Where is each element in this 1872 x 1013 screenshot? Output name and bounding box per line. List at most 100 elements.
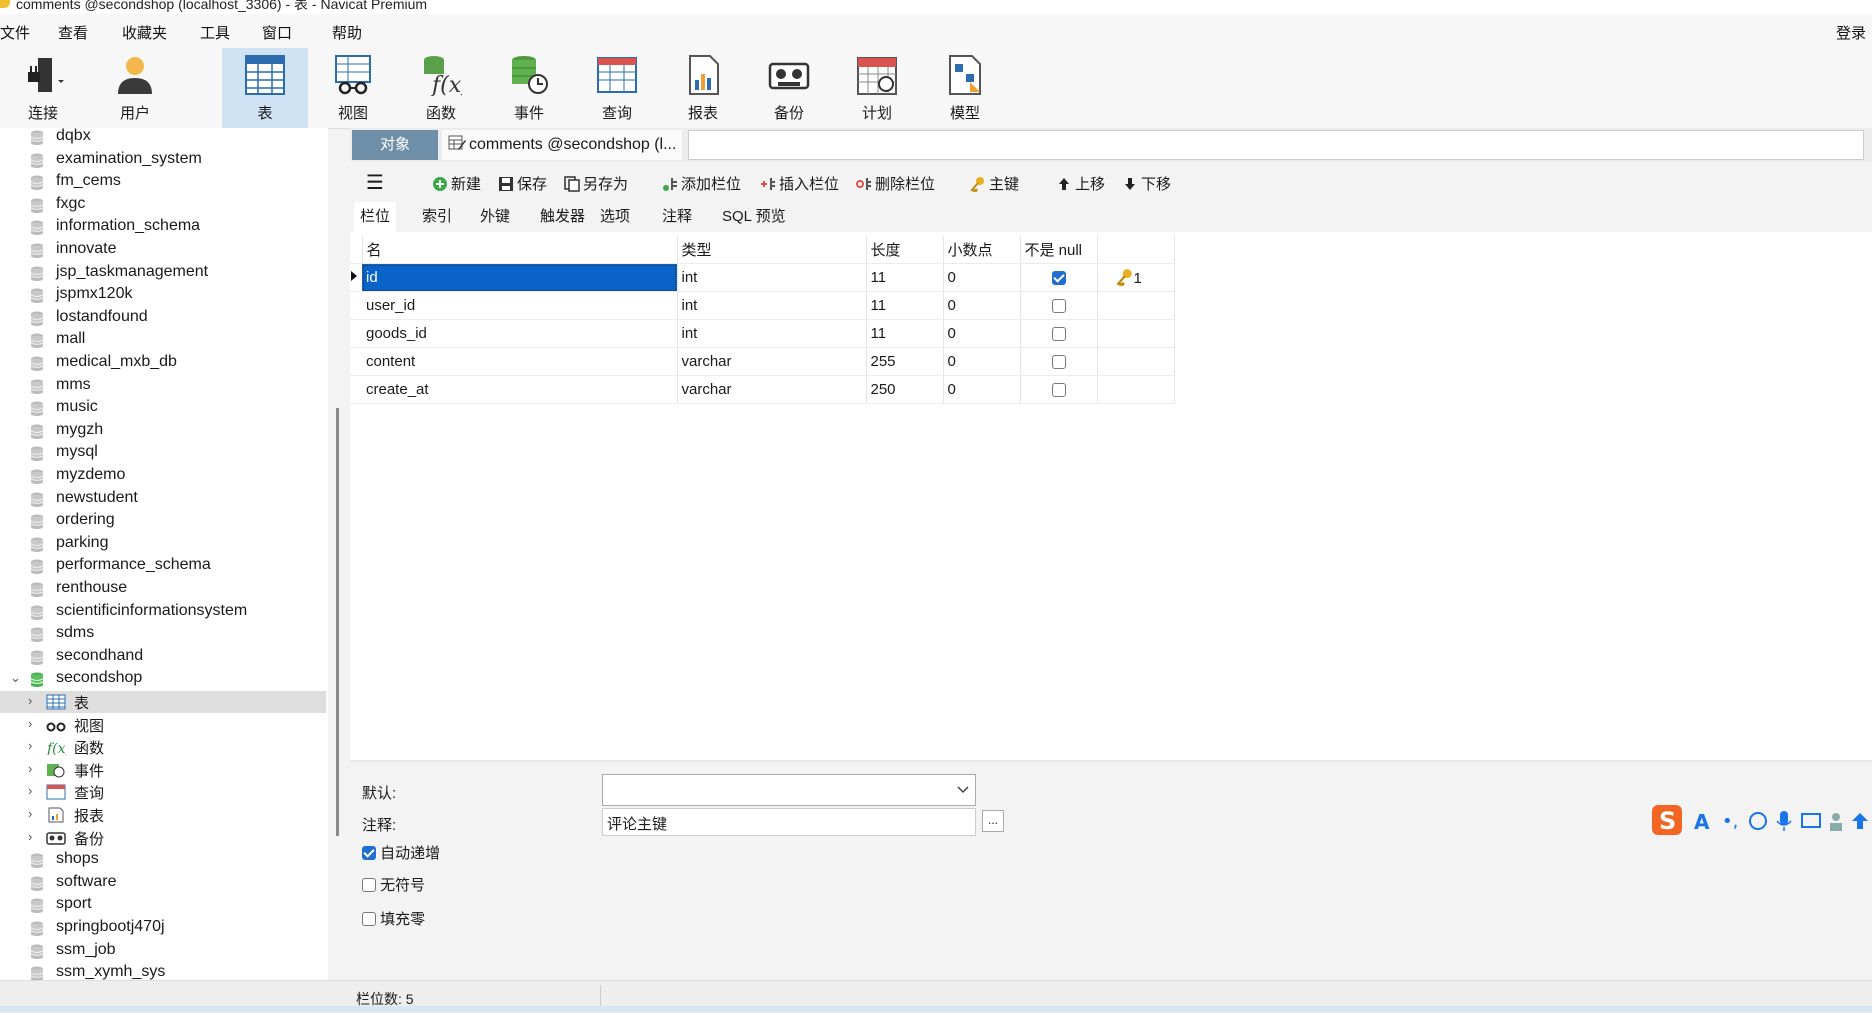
sidebar-item-function[interactable]: › f(x) 函数 [0, 736, 326, 758]
sidebar-item-database[interactable]: ⌄ secondshop [0, 668, 326, 690]
sidebar-item-database[interactable]: shops [0, 849, 326, 871]
toolbar-report[interactable]: 报表 [660, 48, 746, 128]
menu-help[interactable]: 帮助 [332, 22, 362, 43]
delete-field-button[interactable]: 删除栏位 [856, 173, 935, 194]
not-null-checkbox[interactable] [1051, 383, 1066, 398]
toolbar-model[interactable]: 模型 [922, 48, 1008, 128]
cell-not-null[interactable] [1020, 291, 1098, 320]
sidebar-item-database[interactable]: performance_schema [0, 555, 326, 577]
sidebar-item-database[interactable]: ordering [0, 510, 326, 532]
sidebar-item-query[interactable]: › 查询 [0, 781, 326, 803]
menu-view[interactable]: 查看 [58, 22, 88, 43]
menu-icon[interactable]: ☰ [366, 170, 384, 195]
cell-decimal[interactable]: 0 [943, 263, 1021, 292]
default-select[interactable] [602, 774, 976, 806]
menu-favorites[interactable]: 收藏夹 [122, 22, 167, 43]
move-down-button[interactable]: 下移 [1122, 173, 1171, 194]
cell-decimal[interactable]: 0 [943, 375, 1021, 404]
cell-type[interactable]: int [677, 291, 867, 320]
cell-not-null[interactable] [1020, 319, 1098, 348]
cell-length[interactable]: 11 [866, 291, 944, 320]
tab-foreign-keys[interactable]: 外键 [474, 202, 516, 232]
sidebar-item-database[interactable]: mall [0, 329, 326, 351]
not-null-checkbox[interactable] [1051, 355, 1066, 370]
sidebar-item-database[interactable]: springbootj470j [0, 917, 326, 939]
auto-increment-option[interactable]: 自动递增 [362, 842, 440, 863]
menu-file[interactable]: 文件 [0, 22, 30, 43]
cell-name[interactable]: user_id [362, 291, 678, 320]
sidebar-item-database[interactable]: jspmx120k [0, 284, 326, 306]
cell-type[interactable]: varchar [677, 375, 867, 404]
cell-name[interactable]: create_at [362, 375, 678, 404]
cell-type[interactable]: varchar [677, 347, 867, 376]
chevron-down-icon[interactable]: ⌄ [10, 670, 21, 686]
sidebar-item-database[interactable]: medical_mxb_db [0, 352, 326, 374]
save-button[interactable]: 保存 [498, 173, 547, 194]
login-button[interactable]: 登录 [1836, 22, 1866, 43]
chevron-right-icon[interactable]: › [28, 761, 32, 776]
sidebar-item-table[interactable]: › 表 [0, 691, 326, 713]
tab-comments-table[interactable]: comments @secondshop (l... [442, 130, 682, 160]
cell-not-null[interactable] [1020, 347, 1098, 376]
column-header-not-null[interactable]: 不是 null [1020, 236, 1098, 264]
chevron-right-icon[interactable]: › [28, 738, 32, 753]
cell-not-null[interactable] [1020, 375, 1098, 404]
cell-length[interactable]: 11 [866, 263, 944, 292]
sidebar-item-database[interactable]: jsp_taskmanagement [0, 262, 326, 284]
cell-decimal[interactable]: 0 [943, 319, 1021, 348]
table-row[interactable]: content varchar 255 0 [350, 347, 1175, 376]
comment-more-button[interactable]: ... [982, 810, 1004, 832]
sidebar-item-database[interactable]: ssm_job [0, 940, 326, 962]
cell-length[interactable]: 11 [866, 319, 944, 348]
save-as-button[interactable]: 另存为 [564, 173, 628, 194]
sidebar-item-database[interactable]: fxgc [0, 194, 326, 216]
not-null-checkbox[interactable] [1051, 271, 1066, 286]
unsigned-option[interactable]: 无符号 [362, 874, 425, 895]
cell-name[interactable]: goods_id [362, 319, 678, 348]
sidebar-item-database[interactable]: myzdemo [0, 465, 326, 487]
toolbar-view[interactable]: 视图 [310, 48, 396, 128]
tab-fields[interactable]: 栏位 [354, 202, 397, 232]
new-button[interactable]: 新建 [432, 173, 481, 194]
sidebar-item-database[interactable]: mms [0, 375, 326, 397]
toolbar-function[interactable]: f(x) 函数 [398, 48, 484, 128]
table-row[interactable]: user_id int 11 0 [350, 291, 1175, 320]
chevron-right-icon[interactable]: › [28, 829, 32, 844]
table-row[interactable]: create_at varchar 250 0 [350, 375, 1175, 404]
sidebar-item-database[interactable]: lostandfound [0, 307, 326, 329]
sidebar-item-database[interactable]: parking [0, 533, 326, 555]
not-null-checkbox[interactable] [1051, 327, 1066, 342]
toolbar-user[interactable]: 用户 [92, 48, 178, 128]
column-header-key[interactable] [1097, 236, 1175, 264]
toolbar-backup[interactable]: 备份 [746, 48, 832, 128]
auto-increment-checkbox[interactable] [362, 845, 376, 860]
not-null-checkbox[interactable] [1051, 299, 1066, 314]
cell-decimal[interactable]: 0 [943, 291, 1021, 320]
table-row[interactable]: id int 11 0 1 [350, 263, 1175, 292]
chevron-right-icon[interactable]: › [28, 783, 32, 798]
tab-triggers[interactable]: 触发器 [534, 202, 591, 232]
sidebar-item-database[interactable]: music [0, 397, 326, 419]
sidebar-item-report[interactable]: › 报表 [0, 804, 326, 826]
sidebar-item-event[interactable]: › 事件 [0, 759, 326, 781]
tab-object[interactable]: 对象 [352, 130, 438, 160]
sidebar-item-database[interactable]: secondhand [0, 646, 326, 668]
sidebar-item-database[interactable]: examination_system [0, 149, 326, 171]
column-header-length[interactable]: 长度 [866, 236, 944, 264]
sidebar-item-database[interactable]: fm_cems [0, 171, 326, 193]
sidebar-item-database[interactable]: newstudent [0, 488, 326, 510]
menu-tools[interactable]: 工具 [200, 22, 230, 43]
insert-field-button[interactable]: 插入栏位 [760, 173, 839, 194]
toolbar-connect[interactable]: 连接 [0, 48, 86, 128]
sidebar-scrollbar[interactable] [336, 408, 339, 836]
cell-name[interactable]: id [362, 263, 678, 292]
zerofill-checkbox[interactable] [362, 911, 376, 926]
sidebar-item-database[interactable]: dqbx [0, 128, 326, 148]
zerofill-option[interactable]: 填充零 [362, 908, 425, 929]
primary-key-button[interactable]: 主键 [970, 173, 1019, 194]
cell-name[interactable]: content [362, 347, 678, 376]
toolbar-table[interactable]: 表 [222, 48, 308, 128]
cell-length[interactable]: 250 [866, 375, 944, 404]
cell-type[interactable]: int [677, 319, 867, 348]
column-header-name[interactable]: 名 [362, 236, 678, 264]
